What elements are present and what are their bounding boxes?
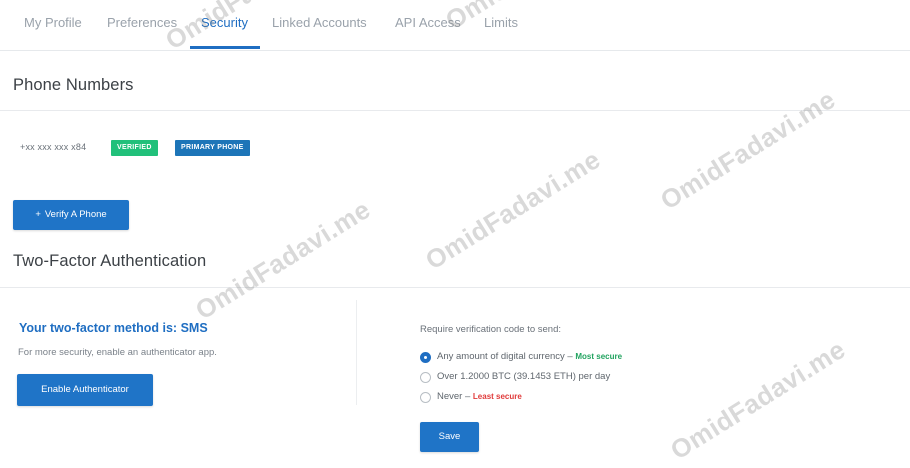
phone-number: +xx xxx xxx x84 <box>20 142 87 152</box>
primary-phone-badge: PRIMARY PHONE <box>175 140 250 156</box>
section-divider <box>0 287 910 288</box>
radio-button[interactable] <box>420 372 431 383</box>
tab-limits[interactable]: Limits <box>484 15 518 30</box>
option-label: Any amount of digital currency <box>437 351 565 362</box>
option-label: Over 1.2000 BTC (39.1453 ETH) per day <box>437 371 611 382</box>
tab-linked-accounts[interactable]: Linked Accounts <box>272 15 367 30</box>
watermark-text: OmidFadavi.me <box>665 333 851 466</box>
verify-phone-label: Verify A Phone <box>44 209 107 220</box>
tab-preferences[interactable]: Preferences <box>107 15 177 30</box>
two-factor-method-title: Your two-factor method is: SMS <box>19 321 208 335</box>
save-button[interactable]: Save <box>420 422 479 452</box>
two-factor-heading: Two-Factor Authentication <box>13 252 207 270</box>
require-verification-label: Require verification code to send: <box>420 324 561 335</box>
verified-badge: VERIFIED <box>111 140 158 156</box>
watermark-text: OmidFadavi.me <box>420 143 606 276</box>
two-factor-method-note: For more security, enable an authenticat… <box>18 347 217 358</box>
phone-numbers-heading: Phone Numbers <box>13 76 134 94</box>
option-label: Never <box>437 391 463 402</box>
option-separator: – <box>564 351 576 362</box>
least-secure-tag: Least secure <box>472 392 522 401</box>
radio-button[interactable] <box>420 352 431 363</box>
security-settings-page: My Profile Preferences Security Linked A… <box>0 0 910 468</box>
plus-icon: + <box>35 209 41 220</box>
enable-authenticator-button[interactable]: Enable Authenticator <box>17 374 153 406</box>
radio-button[interactable] <box>420 392 431 403</box>
column-divider <box>356 300 357 405</box>
section-divider <box>0 110 910 111</box>
watermark-text: OmidFadavi.me <box>190 193 376 326</box>
tab-my-profile[interactable]: My Profile <box>24 15 82 30</box>
watermark-text: OmidFadavi.me <box>655 83 841 216</box>
verify-phone-button[interactable]: + Verify A Phone <box>13 200 129 230</box>
active-tab-indicator <box>190 46 260 49</box>
tab-api-access[interactable]: API Access <box>395 15 461 30</box>
tab-security[interactable]: Security <box>201 15 248 30</box>
most-secure-tag: Most secure <box>575 352 623 361</box>
settings-tab-bar: My Profile Preferences Security Linked A… <box>0 0 910 51</box>
option-separator: – <box>462 391 473 402</box>
